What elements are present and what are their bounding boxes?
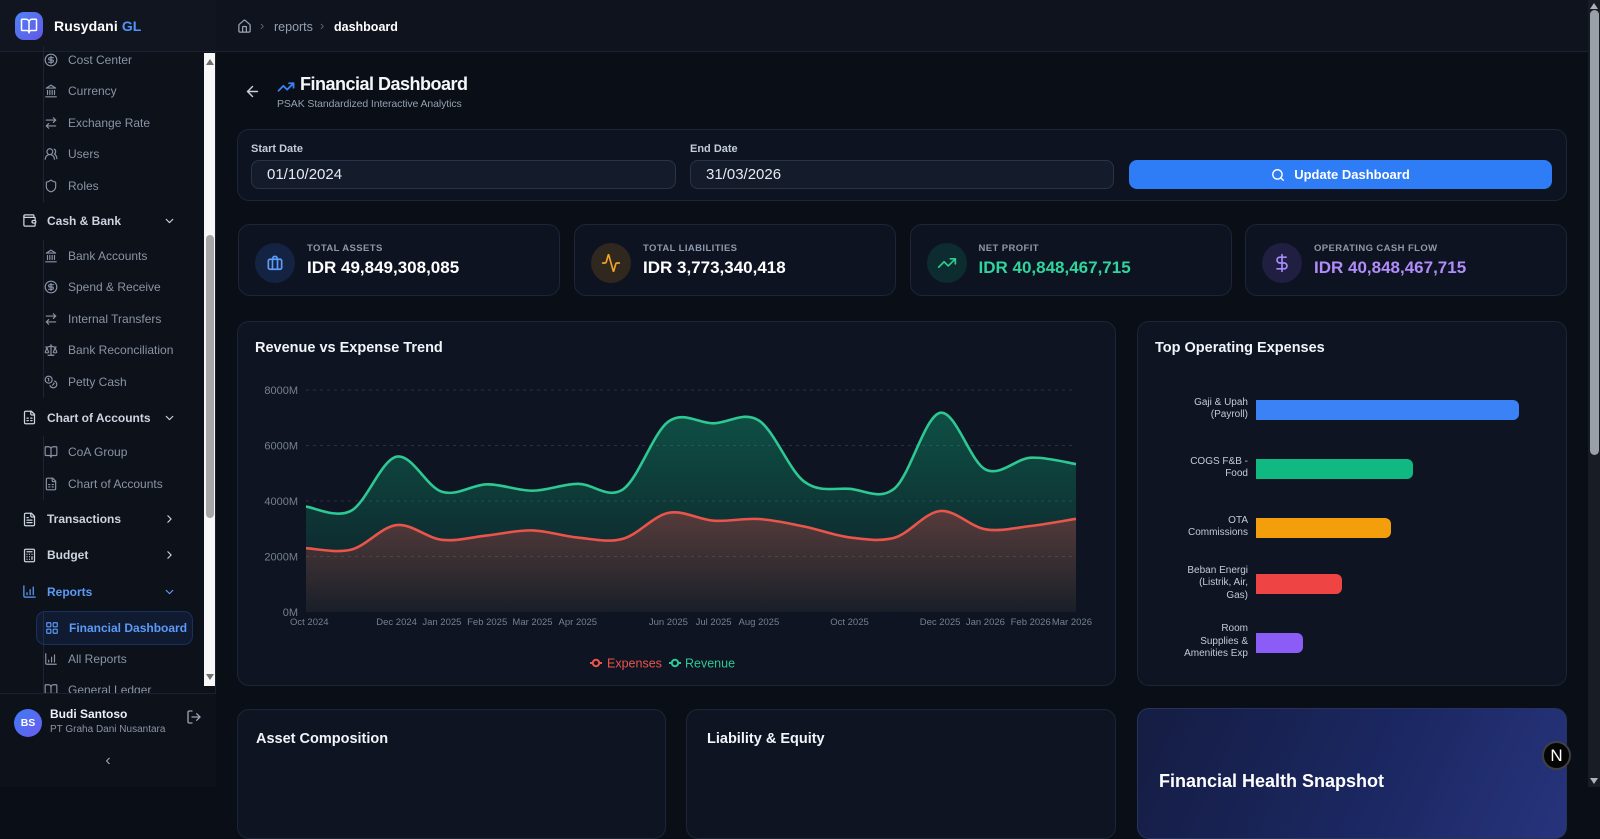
- svg-text:Mar 2025: Mar 2025: [512, 617, 552, 628]
- svg-text:Aug 2025: Aug 2025: [739, 617, 780, 628]
- svg-text:Mar 2026: Mar 2026: [1052, 617, 1092, 628]
- svg-text:Apr 2025: Apr 2025: [559, 617, 598, 628]
- svg-text:Feb 2025: Feb 2025: [467, 617, 507, 628]
- svg-text:Oct 2025: Oct 2025: [830, 617, 869, 628]
- svg-text:Oct 2024: Oct 2024: [290, 617, 329, 628]
- svg-text:6000M: 6000M: [264, 441, 298, 453]
- svg-text:Jul 2025: Jul 2025: [696, 617, 732, 628]
- svg-text:Jan 2025: Jan 2025: [422, 617, 461, 628]
- svg-text:4000M: 4000M: [264, 496, 298, 508]
- svg-text:Jun 2025: Jun 2025: [649, 617, 688, 628]
- svg-text:Jan 2026: Jan 2026: [966, 617, 1005, 628]
- svg-text:2000M: 2000M: [264, 552, 298, 564]
- svg-text:Expenses: Expenses: [607, 657, 662, 671]
- svg-text:Dec 2025: Dec 2025: [920, 617, 961, 628]
- svg-text:Feb 2026: Feb 2026: [1011, 617, 1051, 628]
- svg-text:Dec 2024: Dec 2024: [376, 617, 417, 628]
- svg-text:Revenue: Revenue: [685, 657, 735, 671]
- svg-text:8000M: 8000M: [264, 385, 298, 397]
